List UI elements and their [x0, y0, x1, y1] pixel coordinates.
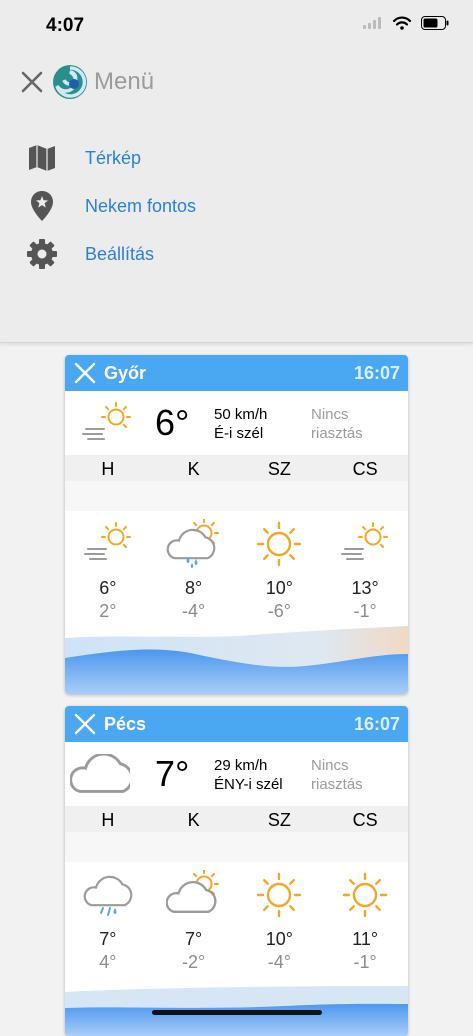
card-header: Pécs 16:07: [65, 706, 408, 742]
forecast-row: 6° 2° 8° -4° 10° -6° 13° -1°: [65, 511, 408, 629]
min-temp: -4°: [267, 952, 291, 972]
rain-cloud-icon: [83, 875, 133, 916]
alert-line: riasztás: [311, 425, 363, 442]
wind-speed: 50 km/h: [214, 406, 268, 423]
weather-card-gyor[interactable]: Győr 16:07 6° 50 km/h É-i szél Nincs ria…: [65, 355, 408, 694]
day-labels: H K SZ CS: [65, 455, 408, 481]
city-name: Győr: [104, 362, 147, 383]
forecast-day: 11° -1°: [322, 862, 408, 980]
wind-speed: 29 km/h: [214, 757, 268, 774]
forecast-day: 7° 4°: [65, 862, 151, 980]
current-weather: 6° 50 km/h É-i szél Nincs riasztás: [65, 391, 408, 455]
sun-wind-icon: [83, 522, 131, 560]
wifi-icon: [393, 16, 411, 30]
sun-wind-icon: [82, 402, 131, 440]
spacer: [65, 832, 408, 862]
menu-panel: Menü Térkép Nekem fontos Beállítás: [0, 50, 473, 343]
close-menu-icon[interactable]: [18, 68, 46, 96]
max-temp: 7°: [99, 929, 117, 949]
max-temp: 10°: [265, 578, 293, 598]
sun-wind-icon: [341, 522, 389, 560]
home-indicator[interactable]: [152, 1010, 322, 1015]
max-temp: 13°: [351, 578, 379, 598]
status-icons: [363, 16, 449, 30]
forecast-day: 6° 2°: [65, 511, 151, 629]
rain-cloud-sun-icon: [166, 519, 219, 568]
max-temp: 10°: [265, 929, 293, 949]
remove-city-icon[interactable]: [72, 711, 98, 737]
max-temp: 11°: [352, 929, 379, 949]
sun-icon: [257, 521, 302, 567]
min-temp: -2°: [182, 952, 206, 972]
forecast-day: 8° -4°: [151, 511, 237, 629]
day-label: H: [101, 459, 115, 479]
current-temp: 6°: [155, 402, 190, 443]
menu-item-map[interactable]: Térkép: [22, 140, 141, 176]
map-icon: [22, 140, 62, 176]
min-temp: -6°: [267, 601, 291, 621]
app-logo-icon: [53, 65, 87, 99]
wind-direction: É-i szél: [214, 425, 264, 442]
sun-icon: [257, 872, 302, 918]
alert-line: Nincs: [311, 757, 349, 774]
temperature-wave: [65, 626, 408, 694]
menu-header: Menü: [18, 64, 154, 100]
day-label: K: [187, 459, 200, 479]
min-temp: -1°: [353, 601, 377, 621]
day-label: K: [187, 810, 200, 830]
signal-icon: [363, 17, 381, 29]
menu-item-label: Nekem fontos: [85, 195, 197, 216]
menu-item-label: Térkép: [85, 147, 142, 168]
day-labels: H K SZ CS: [65, 806, 408, 832]
day-label: CS: [352, 810, 378, 830]
forecast-day: 10° -6°: [237, 511, 323, 629]
day-label: SZ: [267, 459, 291, 479]
cloud-sun-icon: [165, 870, 219, 913]
wind-info: 29 km/h ÉNY-i szél: [214, 756, 283, 794]
day-label: SZ: [267, 810, 291, 830]
wind-direction: ÉNY-i szél: [214, 776, 283, 793]
wind-info: 50 km/h É-i szél: [214, 405, 267, 443]
status-bar: 4:07: [0, 0, 473, 50]
menu-title: Menü: [94, 68, 155, 95]
max-temp: 8°: [185, 578, 203, 598]
min-temp: 2°: [99, 601, 117, 621]
min-temp: -1°: [353, 952, 377, 972]
current-weather: 7° 29 km/h ÉNY-i szél Nincs riasztás: [65, 742, 408, 806]
weather-card-pecs[interactable]: Pécs 16:07 7° 29 km/h ÉNY-i szél Nincs r…: [65, 706, 408, 1036]
menu-item-settings[interactable]: Beállítás: [22, 236, 154, 272]
alert-line: Nincs: [311, 406, 349, 423]
forecast-row: 7° 4° 7° -2° 10° -4° 11° -1°: [65, 862, 408, 980]
spacer: [65, 481, 408, 511]
update-time: 16:07: [353, 363, 400, 383]
alert-line: riasztás: [311, 776, 363, 793]
current-temp: 7°: [155, 753, 190, 794]
location-star-icon: [22, 188, 62, 224]
battery-icon: [421, 16, 449, 30]
min-temp: 4°: [99, 952, 117, 972]
menu-item-label: Beállítás: [85, 243, 155, 264]
max-temp: 6°: [99, 578, 117, 598]
max-temp: 7°: [185, 929, 203, 949]
remove-city-icon[interactable]: [72, 360, 98, 386]
forecast-day: 10° -4°: [237, 862, 323, 980]
forecast-day: 13° -1°: [322, 511, 408, 629]
day-label: H: [101, 810, 115, 830]
status-time: 4:07: [46, 15, 85, 36]
menu-item-favorites[interactable]: Nekem fontos: [22, 188, 196, 224]
gear-icon: [22, 236, 62, 272]
update-time: 16:07: [353, 714, 400, 734]
forecast-day: 7° -2°: [151, 862, 237, 980]
card-header: Győr 16:07: [65, 355, 408, 391]
city-name: Pécs: [104, 713, 147, 734]
alert-status: Nincs riasztás: [311, 405, 363, 443]
alert-status: Nincs riasztás: [311, 756, 363, 794]
day-label: CS: [352, 459, 378, 479]
sun-icon: [342, 872, 388, 918]
min-temp: -4°: [182, 601, 206, 621]
cloud-icon: [70, 754, 130, 793]
